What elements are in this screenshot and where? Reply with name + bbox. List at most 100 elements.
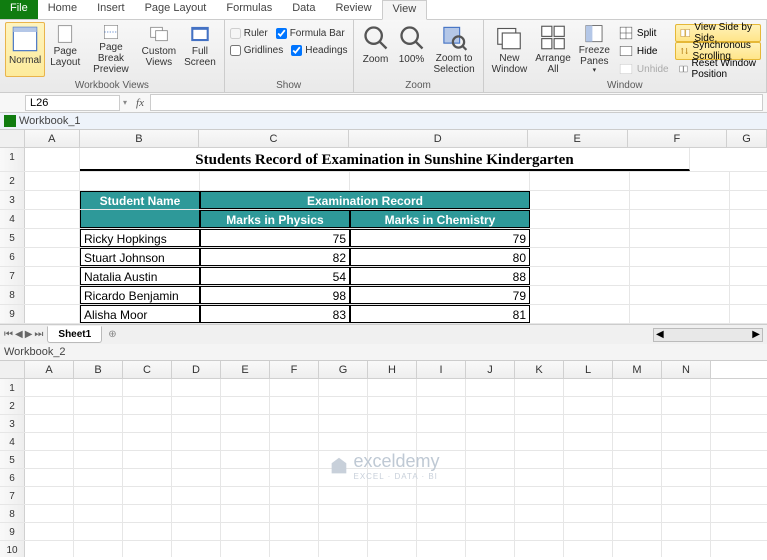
cell[interactable] xyxy=(662,523,711,540)
row-header[interactable]: 2 xyxy=(0,397,25,414)
cell-phys[interactable]: 82 xyxy=(200,248,350,266)
chemistry-header[interactable]: Marks in Chemistry xyxy=(350,210,530,228)
cell[interactable] xyxy=(25,451,74,468)
cell[interactable] xyxy=(662,397,711,414)
select-all-corner[interactable] xyxy=(0,130,25,147)
tab-file[interactable]: File xyxy=(0,0,38,19)
cell[interactable] xyxy=(25,305,80,323)
col-F[interactable]: F xyxy=(628,130,728,147)
cell[interactable] xyxy=(25,469,74,486)
col-header[interactable]: C xyxy=(123,361,172,378)
cell[interactable] xyxy=(417,541,466,557)
tab-page-layout[interactable]: Page Layout xyxy=(135,0,217,19)
workbook-2-titlebar[interactable]: Workbook_2 xyxy=(0,344,767,361)
cell[interactable] xyxy=(530,286,630,304)
cell[interactable] xyxy=(123,415,172,432)
cell[interactable] xyxy=(564,469,613,486)
cell-chem[interactable]: 80 xyxy=(350,248,530,266)
row-header[interactable]: 7 xyxy=(0,487,25,504)
cell[interactable] xyxy=(368,433,417,450)
row-header[interactable]: 6 xyxy=(0,469,25,486)
cell[interactable] xyxy=(630,305,730,323)
formula-bar-checkbox[interactable]: Formula Bar xyxy=(276,25,345,41)
formula-input[interactable] xyxy=(150,94,763,111)
cell[interactable] xyxy=(630,191,730,209)
cell[interactable] xyxy=(530,191,630,209)
workbook-1-titlebar[interactable]: Workbook_1 xyxy=(0,113,767,130)
cell-phys[interactable]: 54 xyxy=(200,267,350,285)
zoom-selection-button[interactable]: Zoom to Selection xyxy=(431,22,478,77)
cell[interactable] xyxy=(270,433,319,450)
zoom-button[interactable]: Zoom xyxy=(359,22,393,77)
name-box[interactable]: L26 xyxy=(25,95,120,111)
tab-review[interactable]: Review xyxy=(325,0,381,19)
tab-view[interactable]: View xyxy=(382,0,428,20)
cell[interactable] xyxy=(368,523,417,540)
cell[interactable] xyxy=(368,451,417,468)
col-D[interactable]: D xyxy=(349,130,528,147)
name-box-dropdown-icon[interactable]: ▾ xyxy=(120,98,130,107)
cell[interactable] xyxy=(530,210,630,228)
cell[interactable] xyxy=(368,397,417,414)
cell[interactable] xyxy=(466,379,515,396)
cell[interactable] xyxy=(613,451,662,468)
row-header[interactable]: 3 xyxy=(0,415,25,432)
cell-chem[interactable]: 79 xyxy=(350,229,530,247)
cell[interactable] xyxy=(613,397,662,414)
cell[interactable] xyxy=(123,469,172,486)
cell[interactable] xyxy=(417,379,466,396)
cell[interactable] xyxy=(466,451,515,468)
cell[interactable] xyxy=(613,505,662,522)
headings-checkbox[interactable]: Headings xyxy=(291,42,347,58)
row-5[interactable]: 5 xyxy=(0,229,25,247)
col-C[interactable]: C xyxy=(199,130,348,147)
full-screen-button[interactable]: Full Screen xyxy=(181,22,219,77)
cell[interactable] xyxy=(530,172,630,190)
prev-sheet-icon[interactable]: ◀ xyxy=(15,329,23,340)
cell[interactable] xyxy=(368,487,417,504)
col-header[interactable]: K xyxy=(515,361,564,378)
cell[interactable] xyxy=(221,523,270,540)
cell[interactable] xyxy=(25,248,80,266)
cell[interactable] xyxy=(613,433,662,450)
cell[interactable] xyxy=(613,487,662,504)
cell[interactable] xyxy=(172,397,221,414)
hide-button[interactable]: Hide xyxy=(615,42,673,60)
col-header[interactable]: F xyxy=(270,361,319,378)
last-sheet-icon[interactable]: ⏭ xyxy=(34,329,43,340)
cell[interactable] xyxy=(613,469,662,486)
cell[interactable] xyxy=(221,469,270,486)
cell[interactable] xyxy=(319,523,368,540)
cell[interactable] xyxy=(417,433,466,450)
cell[interactable] xyxy=(368,469,417,486)
cell[interactable] xyxy=(613,379,662,396)
cell[interactable] xyxy=(662,451,711,468)
sheet-tab-1[interactable]: Sheet1 xyxy=(47,326,102,343)
cell[interactable] xyxy=(564,379,613,396)
first-sheet-icon[interactable]: ⏮ xyxy=(4,329,13,340)
cell[interactable] xyxy=(80,172,200,190)
col-header[interactable]: E xyxy=(221,361,270,378)
normal-view-button[interactable]: Normal xyxy=(5,22,45,77)
cell[interactable] xyxy=(319,433,368,450)
scroll-left-icon[interactable]: ◀ xyxy=(656,329,664,340)
custom-views-button[interactable]: Custom Views xyxy=(139,22,179,77)
cell[interactable] xyxy=(221,451,270,468)
page-break-button[interactable]: Page Break Preview xyxy=(85,22,136,77)
cell[interactable] xyxy=(417,451,466,468)
row-6[interactable]: 6 xyxy=(0,248,25,266)
cell[interactable] xyxy=(515,433,564,450)
cell[interactable] xyxy=(613,541,662,557)
cell-chem[interactable]: 79 xyxy=(350,286,530,304)
unhide-button[interactable]: Unhide xyxy=(615,60,673,78)
tab-home[interactable]: Home xyxy=(38,0,87,19)
cell[interactable] xyxy=(662,505,711,522)
cell[interactable] xyxy=(25,286,80,304)
row-header[interactable]: 9 xyxy=(0,523,25,540)
sheet-nav[interactable]: ⏮◀▶⏭ xyxy=(0,329,47,340)
cell[interactable] xyxy=(270,487,319,504)
cell[interactable] xyxy=(564,523,613,540)
cell[interactable] xyxy=(74,415,123,432)
tab-formulas[interactable]: Formulas xyxy=(216,0,282,19)
col-header[interactable]: M xyxy=(613,361,662,378)
